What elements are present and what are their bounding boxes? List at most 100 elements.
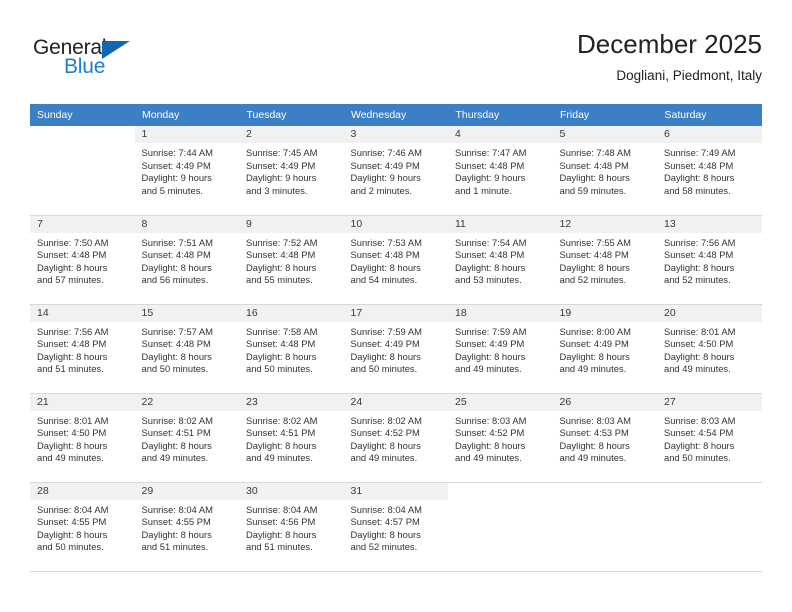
calendar-day-cell[interactable]: 1 Sunrise: 7:44 AM Sunset: 4:49 PM Daylight…: [134, 126, 239, 216]
day-details: Sunrise: 7:56 AM Sunset: 4:48 PM Daylight:…: [657, 233, 762, 287]
calendar-day-cell[interactable]: 19 Sunrise: 8:00 AM Sunset: 4:49 PM Dayligh…: [552, 304, 657, 394]
day-number: 22: [134, 393, 239, 411]
weekday-header-monday: Monday: [134, 104, 240, 126]
title-block: December 2025 Dogliani, Piedmont, Italy: [577, 28, 762, 86]
calendar-day-cell[interactable]: 31 Sunrise: 8:04 AM Sunset: 4:57 PM Dayligh…: [343, 482, 449, 572]
calendar-day-cell[interactable]: 5 Sunrise: 7:48 AM Sunset: 4:48 PM Daylight…: [552, 126, 657, 216]
weekday-header-sunday: Sunday: [30, 104, 135, 126]
day-details: Sunrise: 7:46 AM Sunset: 4:49 PM Daylight:…: [344, 143, 449, 197]
sunset-text: Sunset: 4:55 PM: [141, 516, 211, 528]
day-details: Sunrise: 8:02 AM Sunset: 4:52 PM Daylight:…: [344, 411, 449, 465]
daylight-text-line1: Daylight: 8 hours: [350, 528, 421, 540]
sunset-text: Sunset: 4:50 PM: [664, 338, 734, 350]
day-details: Sunrise: 7:51 AM Sunset: 4:48 PM Daylight:…: [135, 233, 240, 287]
calendar-day-cell[interactable]: 11 Sunrise: 7:54 AM Sunset: 4:48 PM Dayligh…: [448, 215, 553, 305]
calendar-day-cell[interactable]: 22 Sunrise: 8:02 AM Sunset: 4:51 PM Dayligh…: [134, 393, 239, 483]
daylight-text-line1: Daylight: 8 hours: [559, 350, 630, 362]
calendar-day-cell[interactable]: 23 Sunrise: 8:02 AM Sunset: 4:51 PM Dayligh…: [239, 393, 344, 483]
calendar-week-row: 28 Sunrise: 8:04 AM Sunset: 4:55 PM Dayligh…: [30, 482, 762, 572]
day-details: Sunrise: 7:59 AM Sunset: 4:49 PM Daylight:…: [344, 322, 449, 376]
calendar-day-cell[interactable]: 25 Sunrise: 8:03 AM Sunset: 4:52 PM Dayligh…: [448, 393, 553, 483]
calendar-day-cell[interactable]: 18 Sunrise: 7:59 AM Sunset: 4:49 PM Dayligh…: [448, 304, 553, 394]
day-details: Sunrise: 7:49 AM Sunset: 4:48 PM Daylight:…: [657, 143, 762, 197]
day-details: Sunrise: 8:02 AM Sunset: 4:51 PM Daylight:…: [239, 411, 344, 465]
day-number: 25: [448, 393, 553, 411]
weekday-header-saturday: Saturday: [657, 104, 762, 126]
sunrise-text: Sunrise: 7:44 AM: [141, 147, 213, 158]
day-details: Sunrise: 7:53 AM Sunset: 4:48 PM Daylight:…: [344, 233, 449, 287]
daylight-text-line2: and 50 minutes.: [246, 363, 313, 375]
daylight-text-line2: and 52 minutes.: [664, 274, 731, 286]
daylight-text-line1: Daylight: 8 hours: [559, 261, 630, 273]
sunrise-text: Sunrise: 7:48 AM: [559, 147, 631, 158]
sunset-text: Sunset: 4:48 PM: [141, 249, 211, 261]
calendar-week-row: 7 Sunrise: 7:50 AM Sunset: 4:48 PM Daylight…: [30, 215, 762, 305]
daylight-text-line1: Daylight: 8 hours: [141, 439, 212, 451]
day-number: 24: [343, 393, 448, 411]
sunrise-text: Sunrise: 8:02 AM: [350, 414, 422, 426]
sunrise-text: Sunrise: 7:45 AM: [246, 147, 318, 158]
calendar-day-cell[interactable]: 20 Sunrise: 8:01 AM Sunset: 4:50 PM Dayligh…: [657, 304, 762, 394]
calendar-day-cell[interactable]: 21 Sunrise: 8:01 AM Sunset: 4:50 PM Dayligh…: [30, 393, 135, 483]
daylight-text-line2: and 50 minutes.: [350, 363, 418, 375]
day-number: 14: [30, 304, 135, 322]
day-details: Sunrise: 7:54 AM Sunset: 4:48 PM Daylight:…: [448, 233, 553, 287]
daylight-text-line2: and 49 minutes.: [246, 452, 313, 464]
calendar-body: 1 Sunrise: 7:44 AM Sunset: 4:49 PM Daylight…: [30, 126, 762, 572]
day-details: Sunrise: 7:56 AM Sunset: 4:48 PM Daylight:…: [30, 322, 135, 376]
sunset-text: Sunset: 4:49 PM: [350, 159, 420, 171]
daylight-text-line2: and 52 minutes.: [559, 274, 627, 286]
calendar-cell-empty: [30, 126, 135, 216]
daylight-text-line2: and 5 minutes.: [141, 184, 204, 196]
calendar-day-cell[interactable]: 16 Sunrise: 7:58 AM Sunset: 4:48 PM Dayligh…: [239, 304, 344, 394]
sunrise-text: Sunrise: 7:56 AM: [37, 325, 109, 337]
calendar-day-cell[interactable]: 15 Sunrise: 7:57 AM Sunset: 4:48 PM Dayligh…: [134, 304, 239, 394]
calendar-day-cell[interactable]: 13 Sunrise: 7:56 AM Sunset: 4:48 PM Dayligh…: [657, 215, 762, 305]
daylight-text-line1: Daylight: 8 hours: [246, 261, 317, 273]
sunrise-text: Sunrise: 7:59 AM: [455, 325, 527, 337]
sunrise-text: Sunrise: 8:00 AM: [559, 325, 631, 337]
calendar-day-cell[interactable]: 27 Sunrise: 8:03 AM Sunset: 4:54 PM Dayligh…: [657, 393, 762, 483]
day-details: Sunrise: 8:01 AM Sunset: 4:50 PM Daylight:…: [30, 411, 135, 465]
day-details: Sunrise: 7:59 AM Sunset: 4:49 PM Daylight:…: [448, 322, 553, 376]
calendar-day-cell[interactable]: 24 Sunrise: 8:02 AM Sunset: 4:52 PM Dayligh…: [343, 393, 449, 483]
sunset-text: Sunset: 4:55 PM: [37, 516, 107, 528]
sunset-text: Sunset: 4:49 PM: [246, 159, 316, 171]
day-number: 30: [239, 482, 344, 500]
daylight-text-line2: and 51 minutes.: [37, 363, 104, 375]
calendar-day-cell[interactable]: 28 Sunrise: 8:04 AM Sunset: 4:55 PM Dayligh…: [30, 482, 135, 572]
daylight-text-line1: Daylight: 8 hours: [246, 528, 317, 540]
daylight-text-line2: and 49 minutes.: [559, 363, 627, 375]
calendar-day-cell[interactable]: 6 Sunrise: 7:49 AM Sunset: 4:48 PM Daylight…: [657, 126, 762, 216]
daylight-text-line2: and 54 minutes.: [350, 274, 418, 286]
calendar-day-cell[interactable]: 12 Sunrise: 7:55 AM Sunset: 4:48 PM Dayligh…: [552, 215, 657, 305]
day-details: Sunrise: 8:04 AM Sunset: 4:55 PM Daylight:…: [30, 500, 135, 554]
calendar-day-cell[interactable]: 26 Sunrise: 8:03 AM Sunset: 4:53 PM Dayligh…: [552, 393, 657, 483]
calendar-day-cell[interactable]: 30 Sunrise: 8:04 AM Sunset: 4:56 PM Dayligh…: [239, 482, 344, 572]
calendar-day-cell[interactable]: 7 Sunrise: 7:50 AM Sunset: 4:48 PM Daylight…: [30, 215, 135, 305]
calendar-day-cell[interactable]: 14 Sunrise: 7:56 AM Sunset: 4:48 PM Dayligh…: [30, 304, 135, 394]
day-number: 16: [239, 304, 344, 322]
calendar-day-cell[interactable]: 17 Sunrise: 7:59 AM Sunset: 4:49 PM Dayligh…: [343, 304, 449, 394]
calendar-day-cell[interactable]: 4 Sunrise: 7:47 AM Sunset: 4:48 PM Daylight…: [448, 126, 553, 216]
calendar-day-cell[interactable]: 3 Sunrise: 7:46 AM Sunset: 4:49 PM Daylight…: [343, 126, 449, 216]
day-details: Sunrise: 8:04 AM Sunset: 4:57 PM Daylight:…: [344, 500, 449, 554]
daylight-text-line2: and 3 minutes.: [246, 184, 308, 196]
sunrise-text: Sunrise: 7:52 AM: [246, 236, 318, 248]
general-blue-logo[interactable]: General Blue: [33, 36, 213, 88]
calendar-week-row: 1 Sunrise: 7:44 AM Sunset: 4:49 PM Daylight…: [30, 126, 762, 216]
day-number: 12: [552, 215, 657, 233]
calendar-day-cell[interactable]: 2 Sunrise: 7:45 AM Sunset: 4:49 PM Daylight…: [239, 126, 344, 216]
calendar-day-cell[interactable]: 8 Sunrise: 7:51 AM Sunset: 4:48 PM Daylight…: [134, 215, 240, 305]
weekday-header-friday: Friday: [552, 104, 658, 126]
page-title: December 2025: [577, 29, 762, 59]
sunset-text: Sunset: 4:57 PM: [350, 516, 420, 528]
sunrise-text: Sunrise: 7:56 AM: [664, 236, 736, 248]
calendar-page: General Blue December 2025 Dogliani, Pie…: [0, 0, 792, 612]
calendar-week-row: 21 Sunrise: 8:01 AM Sunset: 4:50 PM Dayligh…: [30, 393, 762, 483]
calendar-day-cell[interactable]: 29 Sunrise: 8:04 AM Sunset: 4:55 PM Dayligh…: [134, 482, 239, 572]
daylight-text-line1: Daylight: 8 hours: [664, 172, 735, 184]
daylight-text-line2: and 49 minutes.: [664, 363, 731, 375]
calendar-day-cell[interactable]: 9 Sunrise: 7:52 AM Sunset: 4:48 PM Daylight…: [239, 215, 344, 305]
calendar-day-cell[interactable]: 10 Sunrise: 7:53 AM Sunset: 4:48 PM Dayligh…: [343, 215, 449, 305]
